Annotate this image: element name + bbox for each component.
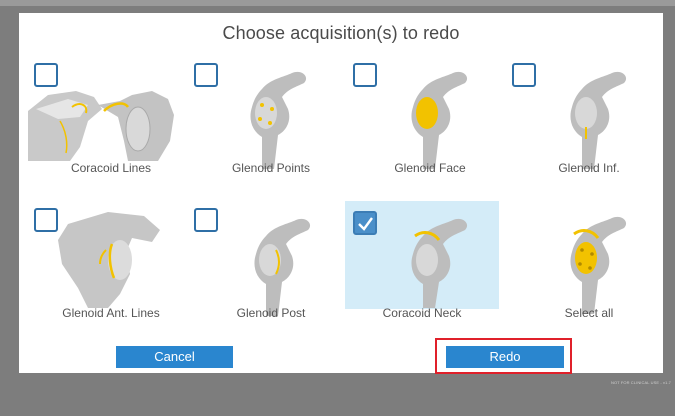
redo-button[interactable]: Redo (446, 346, 564, 368)
coracoid-lines-illustration (28, 91, 174, 161)
option-coracoid-lines[interactable]: Coracoid Lines (28, 63, 188, 175)
option-glenoid-points[interactable]: Glenoid Points (194, 63, 348, 175)
glenoid-ant-lines-illustration (58, 212, 160, 308)
option-glenoid-ant-lines[interactable]: Glenoid Ant. Lines (34, 208, 188, 320)
option-select-all[interactable]: Select all (512, 208, 666, 320)
option-coracoid-neck[interactable]: Coracoid Neck (345, 201, 499, 320)
option-label: Coracoid Neck (382, 306, 462, 320)
option-glenoid-post[interactable]: Glenoid Post (194, 208, 348, 320)
checkbox-glenoid-points[interactable] (194, 63, 218, 87)
option-label: Select all (564, 306, 614, 320)
cancel-button[interactable]: Cancel (116, 346, 233, 368)
option-label: Glenoid Face (394, 161, 466, 175)
checkbox-glenoid-post[interactable] (194, 208, 218, 232)
top-bar (0, 0, 675, 6)
dialog-title: Choose acquisition(s) to redo (222, 23, 460, 43)
checkbox-coracoid-lines[interactable] (34, 63, 58, 87)
option-glenoid-inf[interactable]: Glenoid Inf. (512, 63, 666, 175)
redo-dialog: Choose acquisition(s) to redo Coracoid L… (19, 13, 666, 374)
option-glenoid-face[interactable]: Glenoid Face (353, 63, 507, 175)
checkmark-icon (358, 217, 373, 231)
checkbox-glenoid-ant-lines[interactable] (34, 208, 58, 232)
option-label: Coracoid Lines (70, 161, 152, 175)
glenoid-inf-illustration (570, 71, 627, 169)
option-label: Glenoid Points (231, 161, 311, 175)
select-all-illustration (570, 216, 627, 314)
glenoid-points-illustration (250, 71, 307, 169)
checkbox-coracoid-neck[interactable] (353, 211, 377, 235)
option-label: Glenoid Inf. (558, 161, 620, 175)
glenoid-post-illustration (254, 218, 311, 316)
app-window: Choose acquisition(s) to redo Coracoid L… (0, 0, 675, 416)
option-label: Glenoid Post (236, 306, 306, 320)
option-label: Glenoid Ant. Lines (62, 306, 160, 320)
checkbox-glenoid-inf[interactable] (512, 63, 536, 87)
glenoid-face-illustration (411, 71, 468, 169)
checkbox-glenoid-face[interactable] (353, 63, 377, 87)
footer-note: NOT FOR CLINICAL USE - v1.7 (610, 380, 671, 385)
coracoid-neck-illustration (411, 218, 468, 308)
